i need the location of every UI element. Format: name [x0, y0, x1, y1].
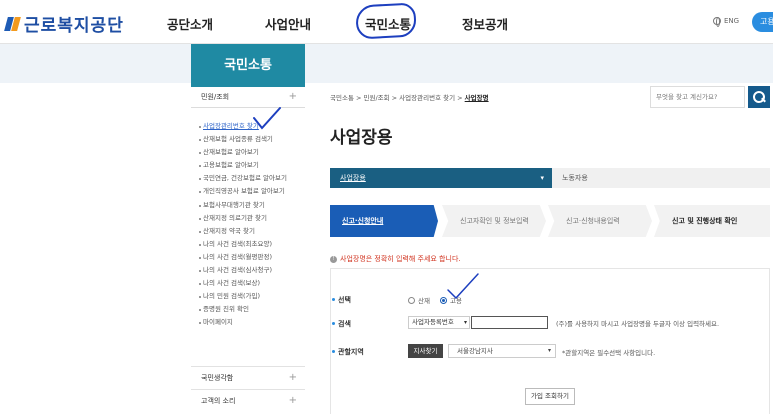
- lnav-item[interactable]: 나의 사건 검색(보상): [191, 277, 305, 290]
- lnav-item[interactable]: 나의 사건 검색(최초요양): [191, 238, 305, 251]
- select-value: 서울강남지사: [457, 347, 493, 355]
- language-selector[interactable]: ENG: [713, 17, 740, 27]
- step-label: 신고·신청안내: [342, 217, 384, 225]
- select-label: 선택: [332, 296, 351, 304]
- search-icon[interactable]: [748, 86, 770, 108]
- hand-drawn-check-annotation: [253, 107, 281, 130]
- info-icon: !: [330, 255, 337, 263]
- globe-icon: [713, 17, 721, 27]
- business-type-dropdown[interactable]: 사업장용 ▾: [330, 168, 552, 188]
- logo-mark-icon: [6, 16, 20, 32]
- language-label: ENG: [724, 17, 740, 25]
- dropdown-value: 사업장용: [340, 174, 366, 182]
- top-header: 근로복지공단 공단소개 사업안내 국민소통 정보공개 ENG 고용: [0, 0, 773, 44]
- gnb-item-disclosure[interactable]: 정보공개: [462, 14, 508, 33]
- radio-label: 산재: [418, 297, 430, 305]
- find-branch-button[interactable]: 지사찾기: [408, 344, 443, 358]
- chevron-down-icon: ▾: [540, 174, 544, 182]
- search-note: (주)를 사용하지 마시고 사업장명을 두글자 이상 입력하세요.: [556, 320, 720, 328]
- radio-industrial[interactable]: 산재: [408, 295, 430, 305]
- lnav-item[interactable]: 보험사무대행기관 찾기: [191, 199, 305, 212]
- search-type-select[interactable]: 사업자등록번호 ▾: [408, 316, 470, 329]
- lnav-item[interactable]: 개인직영공사 보험료 알아보기: [191, 185, 305, 198]
- lnav-list: 사업장관리번호 찾기 산재보험 사업종류 검색기 산재보험료 알아보기 고용보험…: [191, 108, 305, 330]
- lnav-item[interactable]: 산재보험료 알아보기: [191, 146, 305, 159]
- lnav-foot-label: 고객의 소리: [201, 397, 236, 405]
- lnav-foot-label: 국민생각함: [201, 374, 234, 382]
- breadcrumb-current: 사업장명: [464, 94, 489, 102]
- step-4: 신고 및 진행상태 확인: [654, 205, 770, 237]
- site-search-input[interactable]: 무엇을 찾고 계신가요?: [650, 86, 745, 108]
- sub-banner: [0, 44, 773, 83]
- branch-select[interactable]: 서울강남지사 ▾: [448, 344, 556, 358]
- lnav-item[interactable]: 나의 사건 검색(심사청구): [191, 264, 305, 277]
- region-note: *관할지역은 필수선택 사항입니다.: [562, 349, 656, 357]
- plus-icon: +: [288, 372, 297, 383]
- region-label: 관할지역: [332, 348, 364, 356]
- left-navigation: 민원/조회 + 사업장관리번호 찾기 산재보험 사업종류 검색기 산재보험료 알…: [191, 86, 305, 330]
- warning-text: 사업장명은 정확히 입력해 주세요 합니다.: [340, 255, 461, 263]
- lnav-item[interactable]: 산재지정 약국 찾기: [191, 225, 305, 238]
- lnav-group-idea[interactable]: 국민생각함 +: [191, 366, 305, 388]
- page: 근로복지공단 공단소개 사업안내 국민소통 정보공개 ENG 고용 국민소통 민…: [0, 0, 773, 414]
- process-steps: 신고·신청안내 신고자확인 및 정보입력 신고·신청내용입력 신고 및 진행상태…: [330, 205, 770, 237]
- lnav-item[interactable]: 산재지정 의료기관 찾기: [191, 212, 305, 225]
- hand-drawn-check-annotation: [447, 273, 479, 300]
- search-keyword-input[interactable]: [471, 316, 548, 329]
- worker-type-tab[interactable]: 노동자용: [552, 168, 770, 188]
- lnav-item[interactable]: 산재보험 사업종류 검색기: [191, 133, 305, 146]
- lnav-item[interactable]: 국민연금, 건강보험료 알아보기: [191, 172, 305, 185]
- lnav-item[interactable]: 마이페이지: [191, 316, 305, 329]
- select-value: 사업자등록번호: [412, 318, 454, 326]
- lnav-group-civil[interactable]: 민원/조회 +: [191, 86, 305, 108]
- submit-search-button[interactable]: 가입 조회하기: [525, 388, 575, 405]
- step-3: 신고·신청내용입력: [548, 205, 652, 237]
- chevron-down-icon: ▾: [547, 347, 551, 354]
- page-title: 사업장용: [330, 128, 393, 148]
- lnav-item-business-number[interactable]: 사업장관리번호 찾기: [191, 120, 305, 133]
- breadcrumb: 국민소통 > 민원/조회 > 사업장관리번호 찾기 > 사업장명: [330, 92, 489, 102]
- step-1[interactable]: 신고·신청안내: [330, 205, 438, 237]
- lnav-item[interactable]: 나의 사건 검색(월평판정): [191, 251, 305, 264]
- lnav-item[interactable]: 고용보험료 알아보기: [191, 159, 305, 172]
- section-title: 국민소통: [191, 44, 305, 87]
- lnav-group-voice[interactable]: 고객의 소리 +: [191, 389, 305, 411]
- warning-message: ! 사업장명은 정확히 입력해 주세요 합니다.: [330, 254, 461, 264]
- plus-icon: +: [288, 91, 297, 102]
- gnb-item-about[interactable]: 공단소개: [167, 14, 213, 33]
- hand-drawn-circle-annotation: [355, 2, 417, 40]
- logo[interactable]: 근로복지공단: [6, 11, 124, 36]
- chevron-down-icon: ▾: [463, 319, 467, 326]
- lnav-group-label: 민원/조회: [201, 93, 230, 101]
- employment-pill-button[interactable]: 고용: [752, 12, 773, 32]
- lnav-item[interactable]: 증명원 진위 확인: [191, 303, 305, 316]
- plus-icon: +: [288, 395, 297, 406]
- lnav-item[interactable]: 나의 민원 검색(가입): [191, 290, 305, 303]
- radio-circle: [408, 296, 415, 304]
- logo-text: 근로복지공단: [24, 16, 124, 36]
- breadcrumb-path: 국민소통 > 민원/조회 > 사업장관리번호 찾기 >: [330, 94, 465, 102]
- search-label: 검색: [332, 320, 351, 328]
- gnb-item-business[interactable]: 사업안내: [265, 14, 311, 33]
- step-2: 신고자확인 및 정보입력: [442, 205, 546, 237]
